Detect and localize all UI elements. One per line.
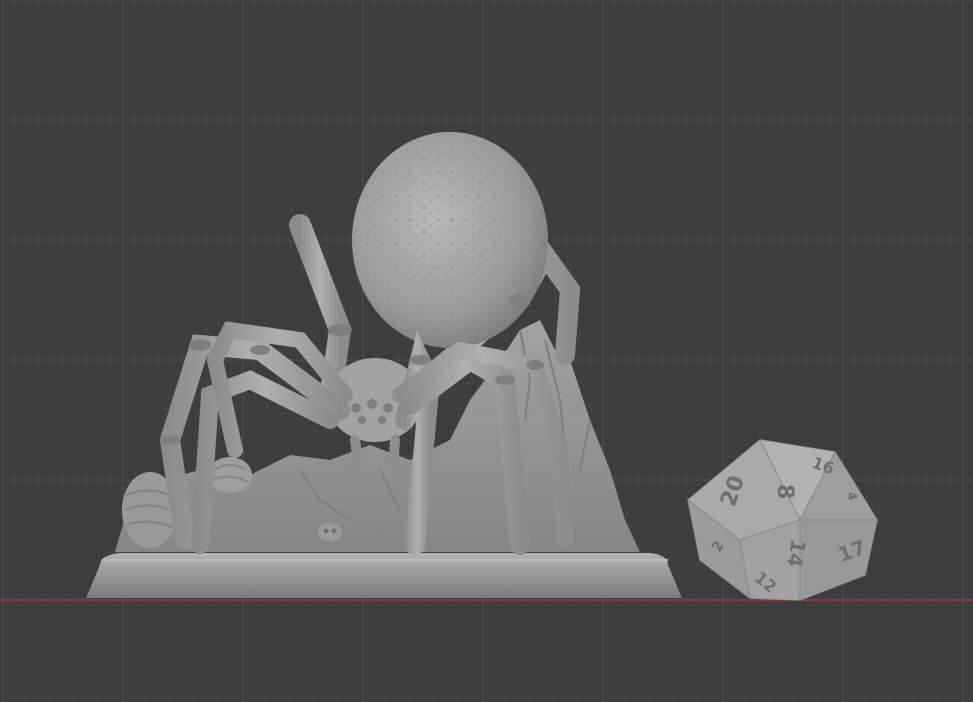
3d-viewport[interactable]: 20 8 16 2 14 17 12 4 — [0, 0, 973, 702]
d20-number: 8 — [772, 484, 797, 499]
d20-number: 14 — [782, 538, 810, 570]
viewport-canvas[interactable]: 20 8 16 2 14 17 12 4 — [0, 0, 973, 702]
cocoon-victim — [208, 457, 252, 493]
skull-debris — [318, 523, 342, 541]
spider-miniature[interactable] — [86, 132, 682, 598]
